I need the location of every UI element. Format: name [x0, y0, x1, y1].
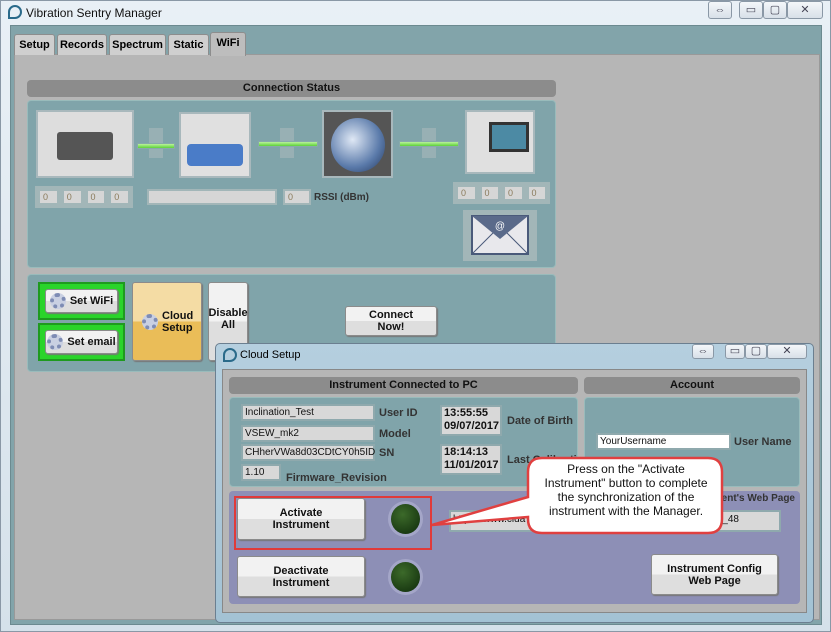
link-indicator-sensor-router: [137, 143, 175, 149]
ssid-field[interactable]: [147, 189, 277, 205]
set-email-indicator: Set email: [38, 323, 125, 361]
instrument-config-web-page-button[interactable]: Instrument Config Web Page: [651, 554, 778, 595]
sensor-ip-octet[interactable]: 0: [61, 189, 83, 205]
set-wifi-indicator: Set WiFi: [38, 282, 125, 320]
gear-icon: [47, 334, 64, 350]
sensor-image: [36, 110, 134, 178]
set-wifi-label: Set WiFi: [69, 295, 114, 307]
email-icon: @: [463, 210, 537, 261]
gear-icon: [49, 293, 66, 309]
app-icon: [8, 5, 22, 19]
model-label: Model: [379, 428, 411, 440]
user-name-input[interactable]: YourUsername: [596, 433, 731, 450]
dialog-minimize-button[interactable]: ▭: [725, 344, 745, 359]
date-of-birth-field: 13:55:55 09/07/2017: [440, 405, 502, 436]
tab-static[interactable]: Static: [168, 34, 209, 55]
tab-spectrum[interactable]: Spectrum: [109, 34, 166, 55]
cloud-setup-button[interactable]: Cloud Setup: [132, 282, 202, 361]
tab-setup[interactable]: Setup: [14, 34, 55, 55]
firmware-field: 1.10: [241, 464, 281, 481]
pc-ip-octet[interactable]: 0: [456, 185, 477, 201]
rssi-value: 0: [283, 189, 311, 205]
pc-ip-group: 0 0 0 0: [453, 182, 550, 204]
computer-image: [465, 110, 535, 174]
sn-field: CHherVWa8d03CDtCY0h5ID: [241, 444, 375, 461]
firmware-label: Firmware_Revision: [286, 472, 387, 484]
connect-now-button[interactable]: Connect Now!: [345, 306, 437, 336]
tab-wifi[interactable]: WiFi: [210, 32, 246, 56]
callout-text: Press on the "Activate Instrument" butto…: [544, 462, 708, 518]
deactivate-instrument-button[interactable]: Deactivate Instrument: [237, 556, 365, 597]
dialog-resize-button[interactable]: ⇔: [692, 344, 714, 359]
sensor-ip-group: 0 0 0 0: [35, 186, 133, 208]
rssi-label: RSSI (dBm): [314, 192, 369, 203]
dob-time: 13:55:55: [444, 407, 489, 419]
gear-icon: [142, 313, 158, 330]
window-title: Vibration Sentry Manager: [26, 6, 162, 20]
link-indicator-cloud-pc: [399, 141, 459, 147]
resize-button[interactable]: ⇔: [708, 1, 732, 19]
sn-label: SN: [379, 447, 395, 459]
model-field: VSEW_mk2: [241, 425, 375, 442]
date-of-birth-label: Date of Birth: [507, 415, 573, 427]
sensor-ip-octet[interactable]: 0: [85, 189, 107, 205]
user-id-field: Inclination_Test: [241, 404, 375, 421]
pc-ip-octet[interactable]: 0: [479, 185, 500, 201]
account-header: Account: [584, 377, 800, 394]
user-id-label: User ID: [379, 407, 418, 419]
set-wifi-button[interactable]: Set WiFi: [45, 289, 118, 313]
close-button[interactable]: ✕: [787, 1, 823, 19]
link-indicator-router-cloud: [258, 141, 318, 147]
user-name-label: User Name: [734, 436, 792, 448]
dob-date: 09/07/2017: [444, 420, 500, 432]
dialog-close-button[interactable]: ✕: [767, 344, 807, 359]
deactivate-status-led: [391, 562, 420, 592]
earth-image: [322, 110, 393, 178]
tab-records[interactable]: Records: [57, 34, 107, 55]
minimize-button[interactable]: ▭: [739, 1, 763, 19]
highlight-box: [234, 496, 432, 550]
dialog-maximize-button[interactable]: ▢: [745, 344, 767, 359]
app-icon: [223, 348, 237, 362]
svg-text:@: @: [495, 221, 505, 232]
dialog-title: Cloud Setup: [240, 349, 301, 361]
sensor-ip-octet[interactable]: 0: [38, 189, 59, 205]
instrument-header: Instrument Connected to PC: [229, 377, 578, 394]
connection-status-header: Connection Status: [27, 80, 556, 97]
pc-ip-octet[interactable]: 0: [503, 185, 524, 201]
set-email-label: Set email: [67, 336, 116, 348]
sensor-ip-octet[interactable]: 0: [109, 189, 130, 205]
cloud-setup-label: Cloud Setup: [162, 309, 194, 334]
router-image: [179, 112, 251, 178]
set-email-button[interactable]: Set email: [45, 330, 118, 354]
maximize-button[interactable]: ▢: [763, 1, 787, 19]
pc-ip-octet[interactable]: 0: [526, 185, 547, 201]
